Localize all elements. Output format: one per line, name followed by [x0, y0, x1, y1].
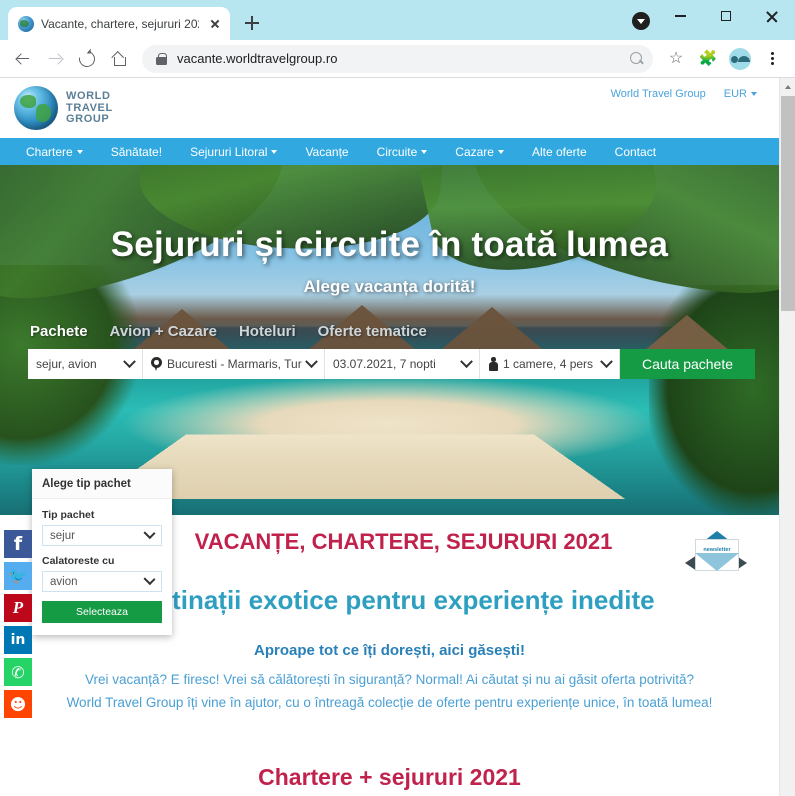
reload-icon[interactable] [72, 44, 102, 74]
chevron-down-icon [123, 354, 136, 368]
page-viewport: WORLD TRAVEL GROUP World Travel Group EU… [0, 78, 795, 796]
main-navigation: Chartere Sănătate! Sejururi Litoral Vaca… [0, 138, 779, 165]
chevron-down-icon[interactable] [632, 12, 650, 30]
paragraph-line-2: World Travel Group îți vine în ajutor, c… [66, 695, 713, 710]
globe-favicon [18, 15, 34, 32]
chevron-down-icon [460, 354, 473, 368]
tab-oferte-tematice[interactable]: Oferte tematice [318, 323, 449, 340]
nav-item-alte-oferte[interactable]: Alte oferte [518, 145, 601, 159]
social-share-rail: f 🐦 P in ✆ ☻ [4, 530, 32, 722]
nav-item-chartere[interactable]: Chartere [12, 145, 97, 159]
profile-avatar-icon[interactable] [725, 44, 755, 74]
rooms-persons-field[interactable]: 1 camere, 4 pers [480, 349, 620, 379]
minimize-button[interactable] [657, 0, 703, 32]
page-scrollbar[interactable] [779, 78, 795, 796]
tip-pachet-value: sejur [50, 529, 75, 542]
address-bar[interactable]: vacante.worldtravelgroup.ro [142, 44, 653, 73]
facebook-icon[interactable]: f [4, 530, 32, 558]
calatoreste-cu-label: Calatoreste cu [42, 555, 115, 567]
calatoreste-cu-select[interactable]: avion [42, 571, 162, 592]
close-window-button[interactable] [749, 0, 795, 32]
map-pin-icon [151, 357, 162, 371]
newsletter-label: newsletter [703, 547, 731, 553]
search-submit-button[interactable]: Cauta pachete [620, 349, 755, 379]
dropdown-title: Alege tip pachet [32, 469, 172, 499]
new-tab-button[interactable] [238, 9, 266, 37]
hero-subtitle: Alege vacanța dorită! [303, 277, 476, 296]
url-text: vacante.worldtravelgroup.ro [177, 51, 338, 66]
tab-title: Vacante, chartere, sejururi 2021 - [41, 16, 199, 31]
package-type-dropdown: Alege tip pachet Tip pachet sejur Calato… [32, 469, 172, 635]
forward-icon[interactable] [40, 44, 70, 74]
hero-banner: Sejururi și circuite în toată lumea Aleg… [0, 165, 779, 515]
intro-paragraph: Vrei vacanță? E firesc! Vrei să călătore… [0, 668, 779, 714]
whatsapp-icon[interactable]: ✆ [4, 658, 32, 686]
search-tabs: Pachete Avion + Cazare Hoteluri Oferte t… [28, 323, 761, 340]
scrollbar-thumb[interactable] [781, 96, 795, 311]
globe-logo-icon [14, 86, 58, 130]
newsletter-icon[interactable]: newsletter [685, 527, 747, 587]
person-icon [488, 357, 498, 371]
chevron-down-icon [143, 572, 156, 585]
tab-avion-cazare[interactable]: Avion + Cazare [110, 323, 239, 340]
chevron-down-icon [143, 526, 156, 539]
rooms-persons-value: 1 camere, 4 pers [503, 357, 594, 371]
extensions-puzzle-icon[interactable]: 🧩 [693, 44, 723, 74]
section-subheading: Aproape tot ce îți dorești, aici găsești… [254, 642, 525, 659]
nav-item-sanatate[interactable]: Sănătate! [97, 145, 176, 159]
destination-field[interactable]: Bucuresti - Marmaris, Turcia [143, 349, 325, 379]
browser-window: Vacante, chartere, sejururi 2021 - vacan… [0, 0, 795, 796]
site-logo[interactable]: WORLD TRAVEL GROUP [0, 86, 113, 130]
nav-item-contact[interactable]: Contact [601, 145, 670, 159]
pier-walkway [95, 434, 625, 499]
date-nights-field[interactable]: 03.07.2021, 7 nopti [325, 349, 480, 379]
back-icon[interactable] [8, 44, 38, 74]
window-controls [657, 0, 795, 40]
tab-strip: Vacante, chartere, sejururi 2021 - [0, 0, 795, 40]
chrome-menu-icon[interactable] [757, 44, 787, 74]
brand-link[interactable]: World Travel Group [611, 88, 706, 100]
search-form: sejur, avion Bucuresti - Marmaris, Turci… [28, 349, 761, 379]
maximize-button[interactable] [703, 0, 749, 32]
search-icon[interactable] [629, 51, 645, 67]
scroll-up-icon[interactable] [780, 78, 795, 95]
pinterest-icon[interactable]: P [4, 594, 32, 622]
site-header: WORLD TRAVEL GROUP World Travel Group EU… [0, 78, 779, 138]
chevron-down-icon [305, 354, 318, 368]
twitter-icon[interactable]: 🐦 [4, 562, 32, 590]
bookmark-star-icon[interactable]: ☆ [661, 44, 691, 74]
logo-line-3: GROUP [66, 113, 110, 126]
browser-toolbar: vacante.worldtravelgroup.ro ☆ 🧩 [0, 40, 795, 78]
package-type-field[interactable]: sejur, avion [28, 349, 143, 379]
calatoreste-cu-value: avion [50, 575, 78, 588]
package-type-value: sejur, avion [36, 357, 97, 371]
close-icon[interactable] [206, 15, 224, 33]
web-page: WORLD TRAVEL GROUP World Travel Group EU… [0, 78, 779, 796]
linkedin-icon[interactable]: in [4, 626, 32, 654]
nav-item-circuite[interactable]: Circuite [363, 145, 442, 159]
browser-tab[interactable]: Vacante, chartere, sejururi 2021 - [8, 7, 230, 40]
reddit-icon[interactable]: ☻ [4, 690, 32, 718]
paragraph-line-1: Vrei vacanță? E firesc! Vrei să călătore… [84, 672, 695, 687]
select-button[interactable]: Selecteaza [42, 601, 162, 623]
chevron-down-icon [600, 354, 613, 368]
hero-title: Sejururi și circuite în toată lumea [110, 225, 669, 264]
lock-icon [156, 52, 167, 65]
search-widget: Pachete Avion + Cazare Hoteluri Oferte t… [28, 323, 761, 379]
tip-pachet-select[interactable]: sejur [42, 525, 162, 546]
tab-pachete[interactable]: Pachete [28, 323, 110, 340]
nav-item-vacante[interactable]: Vacanțe [291, 145, 362, 159]
currency-selector[interactable]: EUR [724, 88, 757, 100]
destination-value: Bucuresti - Marmaris, Turcia [167, 357, 302, 371]
nav-item-cazare[interactable]: Cazare [441, 145, 518, 159]
date-nights-value: 03.07.2021, 7 nopti [333, 357, 436, 371]
section-heading-chartere: Chartere + sejururi 2021 [258, 764, 521, 790]
tab-hoteluri[interactable]: Hoteluri [239, 323, 318, 340]
tip-pachet-label: Tip pachet [42, 509, 95, 521]
nav-item-sejururi-litoral[interactable]: Sejururi Litoral [176, 145, 291, 159]
header-utility-links: World Travel Group EUR [611, 88, 757, 100]
home-icon[interactable] [104, 44, 134, 74]
